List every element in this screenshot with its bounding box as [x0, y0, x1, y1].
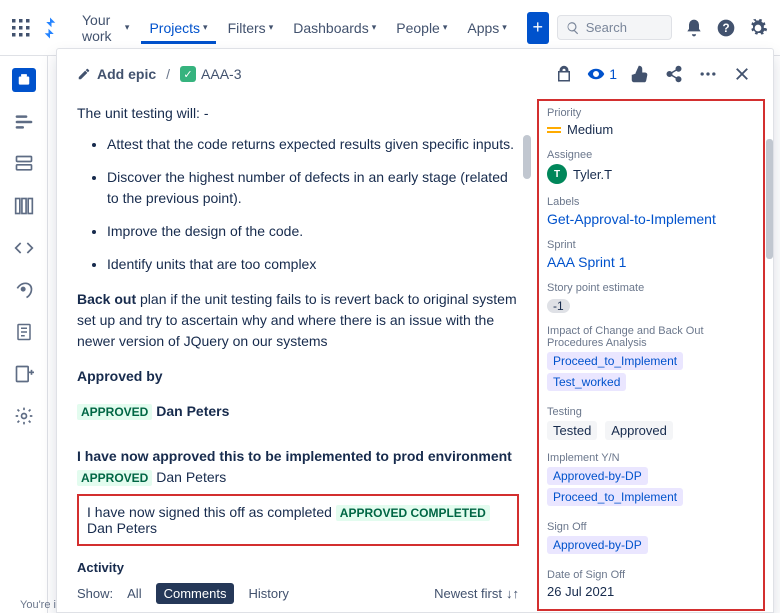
activity-heading: Activity — [77, 560, 519, 575]
sprint-link[interactable]: AAA Sprint 1 — [547, 254, 626, 270]
nav-your-work[interactable]: Your work▾ — [74, 4, 137, 52]
help-icon[interactable]: ? — [716, 16, 736, 40]
watch-button[interactable]: 1 — [587, 65, 617, 83]
jira-logo-icon[interactable] — [38, 16, 62, 40]
signoff-label: Sign Off — [547, 521, 755, 533]
bullet-item: Identify units that are too complex — [107, 254, 519, 275]
story-type-icon: ✓ — [180, 66, 196, 82]
approver-name: Dan Peters — [156, 403, 229, 419]
testing-label: Testing — [547, 406, 755, 418]
date-signoff-label: Date of Sign Off — [547, 569, 755, 581]
notifications-icon[interactable] — [684, 16, 704, 40]
approved-completed-tag: APPROVED COMPLETED — [336, 505, 490, 521]
search-input[interactable]: Search — [557, 15, 672, 40]
svg-text:?: ? — [722, 22, 729, 35]
description-bullets: Attest that the code returns expected re… — [77, 134, 519, 275]
label-link[interactable]: Get-Approval-to-Implement — [547, 211, 716, 227]
approval-line-1: APPROVED Dan Peters — [77, 401, 519, 422]
project-icon[interactable] — [12, 68, 36, 92]
assignee-avatar: T — [547, 164, 567, 184]
nav-dashboards[interactable]: Dashboards▾ — [285, 12, 384, 44]
roadmap-icon[interactable] — [12, 110, 36, 134]
add-epic-label: Add epic — [97, 66, 156, 82]
board-icon[interactable] — [12, 194, 36, 218]
more-actions-icon[interactable] — [697, 63, 719, 85]
approved-by-label: Approved by — [77, 366, 519, 387]
tab-all[interactable]: All — [119, 583, 149, 604]
add-item-icon[interactable] — [12, 362, 36, 386]
implement-tag[interactable]: Proceed_to_Implement — [547, 488, 683, 506]
bullet-item: Attest that the code returns expected re… — [107, 134, 519, 155]
tab-history[interactable]: History — [240, 583, 296, 604]
releases-icon[interactable] — [12, 278, 36, 302]
bullet-item: Improve the design of the code. — [107, 221, 519, 242]
assignee-label: Assignee — [547, 149, 755, 161]
lock-icon[interactable] — [553, 63, 575, 85]
impact-tag[interactable]: Test_worked — [547, 373, 626, 391]
breadcrumb-separator: / — [166, 66, 170, 82]
story-point-label: Story point estimate — [547, 282, 755, 294]
testing-value: Tested — [547, 421, 597, 440]
highlighted-side-panel: Priority Medium Assignee T Tyler.T Label… — [537, 99, 765, 611]
project-settings-icon[interactable] — [12, 404, 36, 428]
description-intro: The unit testing will: - — [77, 103, 519, 124]
nav-people[interactable]: People▾ — [388, 12, 455, 44]
issue-key-link[interactable]: ✓ AAA-3 — [180, 66, 241, 82]
priority-value[interactable]: Medium — [547, 122, 755, 137]
impact-tag[interactable]: Proceed_to_Implement — [547, 352, 683, 370]
backout-text: Back out plan if the unit testing fails … — [77, 289, 519, 352]
close-icon[interactable] — [731, 63, 753, 85]
search-placeholder: Search — [586, 20, 627, 35]
implement-yn-label: Implement Y/N — [547, 452, 755, 464]
app-switcher-icon[interactable] — [12, 16, 30, 40]
signoff-tag[interactable]: Approved-by-DP — [547, 536, 648, 554]
settings-icon[interactable] — [748, 16, 768, 40]
backlog-icon[interactable] — [12, 152, 36, 176]
approver-name: Dan Peters — [87, 520, 157, 536]
show-label: Show: — [77, 586, 113, 601]
pages-icon[interactable] — [12, 320, 36, 344]
issue-key-text: AAA-3 — [201, 66, 241, 82]
sprint-label: Sprint — [547, 239, 755, 251]
story-point-value[interactable]: -1 — [547, 299, 570, 313]
approver-name: Dan Peters — [156, 469, 226, 485]
share-icon[interactable] — [663, 63, 685, 85]
watch-count: 1 — [609, 66, 617, 82]
labels-label: Labels — [547, 196, 755, 208]
nav-apps[interactable]: Apps▾ — [459, 12, 514, 44]
side-scrollbar[interactable] — [765, 93, 773, 612]
highlighted-approval: I have now signed this off as completed … — [77, 494, 519, 546]
nav-filters[interactable]: Filters▾ — [220, 12, 282, 44]
nav-projects[interactable]: Projects▾ — [141, 12, 215, 44]
assignee-value[interactable]: T Tyler.T — [547, 164, 755, 184]
approval-line-2: I have now approved this to be implement… — [77, 446, 519, 488]
vote-icon[interactable] — [629, 63, 651, 85]
main-scrollbar[interactable] — [523, 135, 531, 179]
sort-newest-first[interactable]: Newest first ↓↑ — [434, 586, 519, 601]
testing-value: Approved — [605, 421, 673, 440]
create-button[interactable]: + — [527, 12, 549, 44]
code-icon[interactable] — [12, 236, 36, 260]
priority-medium-icon — [547, 127, 561, 133]
approved-tag: APPROVED — [77, 404, 152, 420]
implement-tag[interactable]: Approved-by-DP — [547, 467, 648, 485]
date-signoff-value[interactable]: 26 Jul 2021 — [547, 584, 755, 599]
add-epic-button[interactable]: Add epic — [77, 66, 156, 82]
bullet-item: Discover the highest number of defects i… — [107, 167, 519, 209]
priority-label: Priority — [547, 107, 755, 119]
approved-tag: APPROVED — [77, 470, 152, 486]
impact-label: Impact of Change and Back Out Procedures… — [547, 325, 755, 349]
tab-comments[interactable]: Comments — [156, 583, 235, 604]
